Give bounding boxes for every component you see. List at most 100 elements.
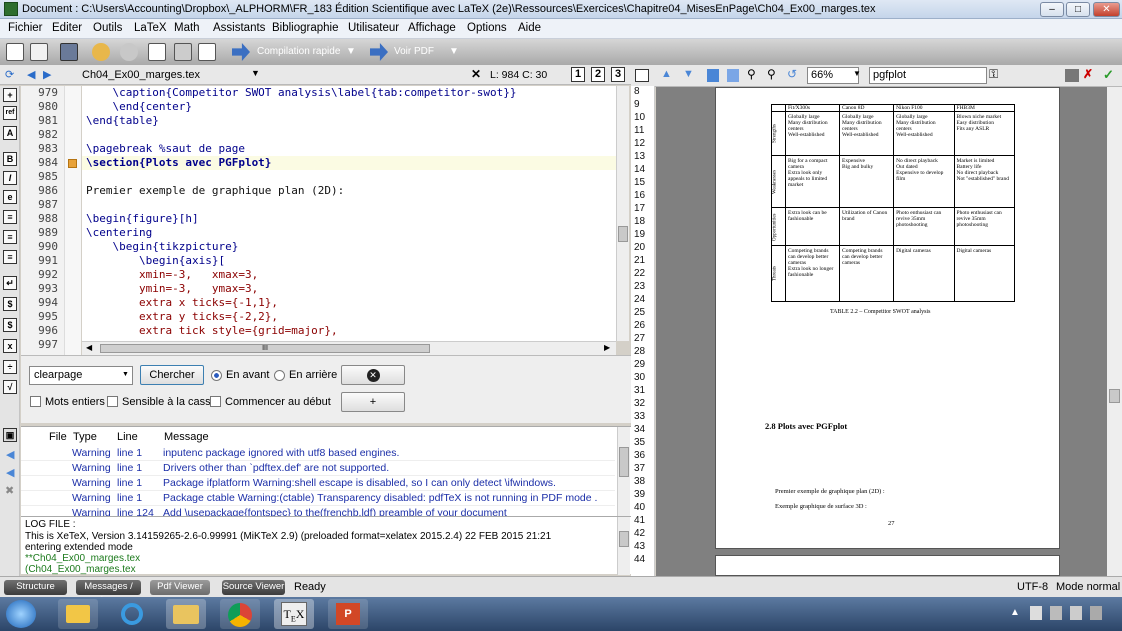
col-type[interactable]: Type	[73, 431, 97, 443]
pdf-viewer-tab-button[interactable]: Pdf Viewer	[150, 580, 210, 595]
print-icon[interactable]	[1065, 69, 1079, 82]
cut-icon[interactable]	[174, 43, 192, 61]
scroll-thumb[interactable]	[619, 531, 629, 547]
new-file-icon[interactable]	[6, 43, 24, 61]
zoom-out-icon[interactable]: ⚲	[767, 67, 776, 81]
chrome-icon[interactable]	[220, 599, 260, 629]
pdf-structure-icon[interactable]	[635, 69, 649, 82]
sync-check-icon[interactable]: ✓	[1103, 67, 1114, 83]
code-line[interactable]: \caption{Competitor SWOT analysis\label{…	[86, 86, 516, 99]
messages-log-tab-button[interactable]: Messages / Log	[76, 580, 141, 606]
align-center-icon[interactable]: ≡	[3, 230, 17, 244]
editor-horizontal-scrollbar[interactable]: ◀ III ▶	[82, 341, 616, 355]
code-line[interactable]: \section{Plots avec PGFplot}	[86, 156, 271, 169]
scroll-right-icon[interactable]: ▶	[604, 343, 610, 352]
message-row[interactable]: Warning line 1 Package ctable Warning:(c…	[21, 491, 615, 506]
scroll-left-icon[interactable]: ◀	[86, 343, 92, 352]
view-pdf-label[interactable]: Voir PDF	[394, 46, 434, 57]
back-icon[interactable]: ↺	[787, 67, 797, 81]
next-document-icon[interactable]: ▶	[43, 68, 51, 81]
ie-icon[interactable]	[112, 599, 152, 629]
log-icon[interactable]: ▣	[3, 428, 17, 442]
code-line[interactable]: xmin=-3, xmax=3,	[86, 268, 258, 281]
refresh-icon[interactable]: ⟳	[5, 68, 14, 81]
message-row[interactable]: Warning line 1 Package ifplatform Warnin…	[21, 476, 615, 491]
dollar-icon[interactable]: $	[3, 297, 17, 311]
document-dropdown-icon[interactable]: ▼	[251, 68, 260, 78]
binoculars-icon[interactable]: ⚿	[989, 67, 998, 82]
close-window-button[interactable]: ✕	[1093, 2, 1120, 17]
powerpoint-icon[interactable]: P	[328, 599, 368, 629]
align-right-icon[interactable]: ≡	[3, 250, 17, 264]
undo-icon[interactable]	[92, 43, 110, 61]
pdf-page2-icon[interactable]	[727, 69, 739, 82]
view-3-button[interactable]: 3	[611, 67, 625, 82]
view-2-button[interactable]: 2	[591, 67, 605, 82]
code-line[interactable]: extra y ticks={-2,2},	[86, 310, 278, 323]
code-line[interactable]: \begin{axis}[	[86, 254, 225, 267]
menu-affichage[interactable]: Affichage	[408, 22, 456, 34]
view-dropdown-arrow-icon[interactable]: ▼	[449, 46, 459, 57]
fold-marker-icon[interactable]	[68, 159, 77, 168]
scroll-thumb[interactable]	[1109, 389, 1120, 403]
compile-arrow-icon[interactable]	[232, 43, 250, 61]
scroll-thumb[interactable]	[619, 447, 629, 477]
document-tab[interactable]: Ch04_Ex00_marges.tex	[82, 69, 200, 81]
new-from-template-icon[interactable]	[30, 43, 48, 61]
messages-scrollbar[interactable]	[617, 427, 630, 517]
view-arrow-icon[interactable]	[370, 43, 388, 61]
menu-aide[interactable]: Aide	[518, 22, 541, 34]
mode-indicator[interactable]: Mode normal	[1056, 581, 1120, 593]
close-pdf-icon[interactable]: ✗	[1083, 67, 1093, 81]
pdf-page[interactable]: Fit/X300s Canon 8D Nikon F100 FHB3M Stre…	[715, 87, 1060, 549]
editor-vertical-scrollbar[interactable]	[616, 86, 629, 341]
zoom-field[interactable]: 66%	[807, 67, 859, 84]
menu-latex[interactable]: LaTeX	[134, 22, 167, 34]
paste-icon[interactable]	[198, 43, 216, 61]
italic-icon[interactable]: I	[3, 171, 17, 185]
texmaker-icon[interactable]: TEX	[274, 599, 314, 629]
code-line[interactable]: \end{table}	[86, 114, 159, 127]
encoding-indicator[interactable]: UTF-8	[1017, 581, 1048, 593]
case-sensitive-checkbox[interactable]	[107, 396, 118, 407]
whole-words-checkbox[interactable]	[30, 396, 41, 407]
hscroll-thumb[interactable]: III	[100, 344, 430, 353]
zoom-in-icon[interactable]: ⚲	[747, 67, 756, 81]
maximize-button[interactable]: □	[1066, 2, 1090, 17]
pdf-next-page[interactable]	[715, 555, 1060, 576]
display-math-icon[interactable]: $	[3, 318, 17, 332]
tray-network-icon[interactable]	[1050, 606, 1062, 620]
code-line[interactable]: extra tick style={grid=major},	[86, 324, 338, 337]
emph-icon[interactable]: e	[3, 190, 17, 204]
quick-build-label[interactable]: Compilation rapide	[257, 46, 340, 57]
menu-editer[interactable]: Editer	[52, 22, 82, 34]
col-line[interactable]: Line	[117, 431, 138, 443]
align-left-icon[interactable]: ≡	[3, 210, 17, 224]
next-error-icon[interactable]: ◀	[6, 466, 14, 479]
pdf-up-icon[interactable]: ▲	[661, 68, 672, 80]
stop-icon[interactable]: ✖	[5, 484, 14, 497]
start-button-icon[interactable]	[6, 600, 36, 628]
find-button[interactable]: Chercher	[140, 365, 204, 385]
menu-options[interactable]: Options	[467, 22, 507, 34]
close-document-icon[interactable]: ✕	[471, 67, 481, 81]
menu-outils[interactable]: Outils	[93, 22, 122, 34]
fraction-icon[interactable]: ÷	[3, 360, 17, 374]
code-line[interactable]: \pagebreak %saut de page	[86, 142, 245, 155]
zoom-dropdown-icon[interactable]: ▼	[853, 69, 861, 78]
structure-tab-button[interactable]: Structure	[4, 580, 67, 595]
backward-radio[interactable]	[274, 370, 285, 381]
tray-arrow-icon[interactable]: ▲	[1010, 607, 1020, 618]
forward-radio[interactable]	[211, 370, 222, 381]
subscript-icon[interactable]: x	[3, 339, 17, 353]
size-icon[interactable]: A	[3, 126, 17, 140]
sqrt-icon[interactable]: √	[3, 380, 17, 394]
pdf-search-field[interactable]: pgfplot	[869, 67, 987, 84]
redo-icon[interactable]	[120, 43, 138, 61]
search-input[interactable]: clearpage	[29, 366, 133, 385]
message-row[interactable]: Warning line 1 inputenc package ignored …	[21, 446, 615, 461]
prev-error-icon[interactable]: ◀	[6, 448, 14, 461]
save-icon[interactable]	[60, 43, 78, 61]
pdf-vertical-scrollbar[interactable]	[1107, 87, 1122, 576]
code-line[interactable]: extra x ticks={-1,1},	[86, 296, 278, 309]
